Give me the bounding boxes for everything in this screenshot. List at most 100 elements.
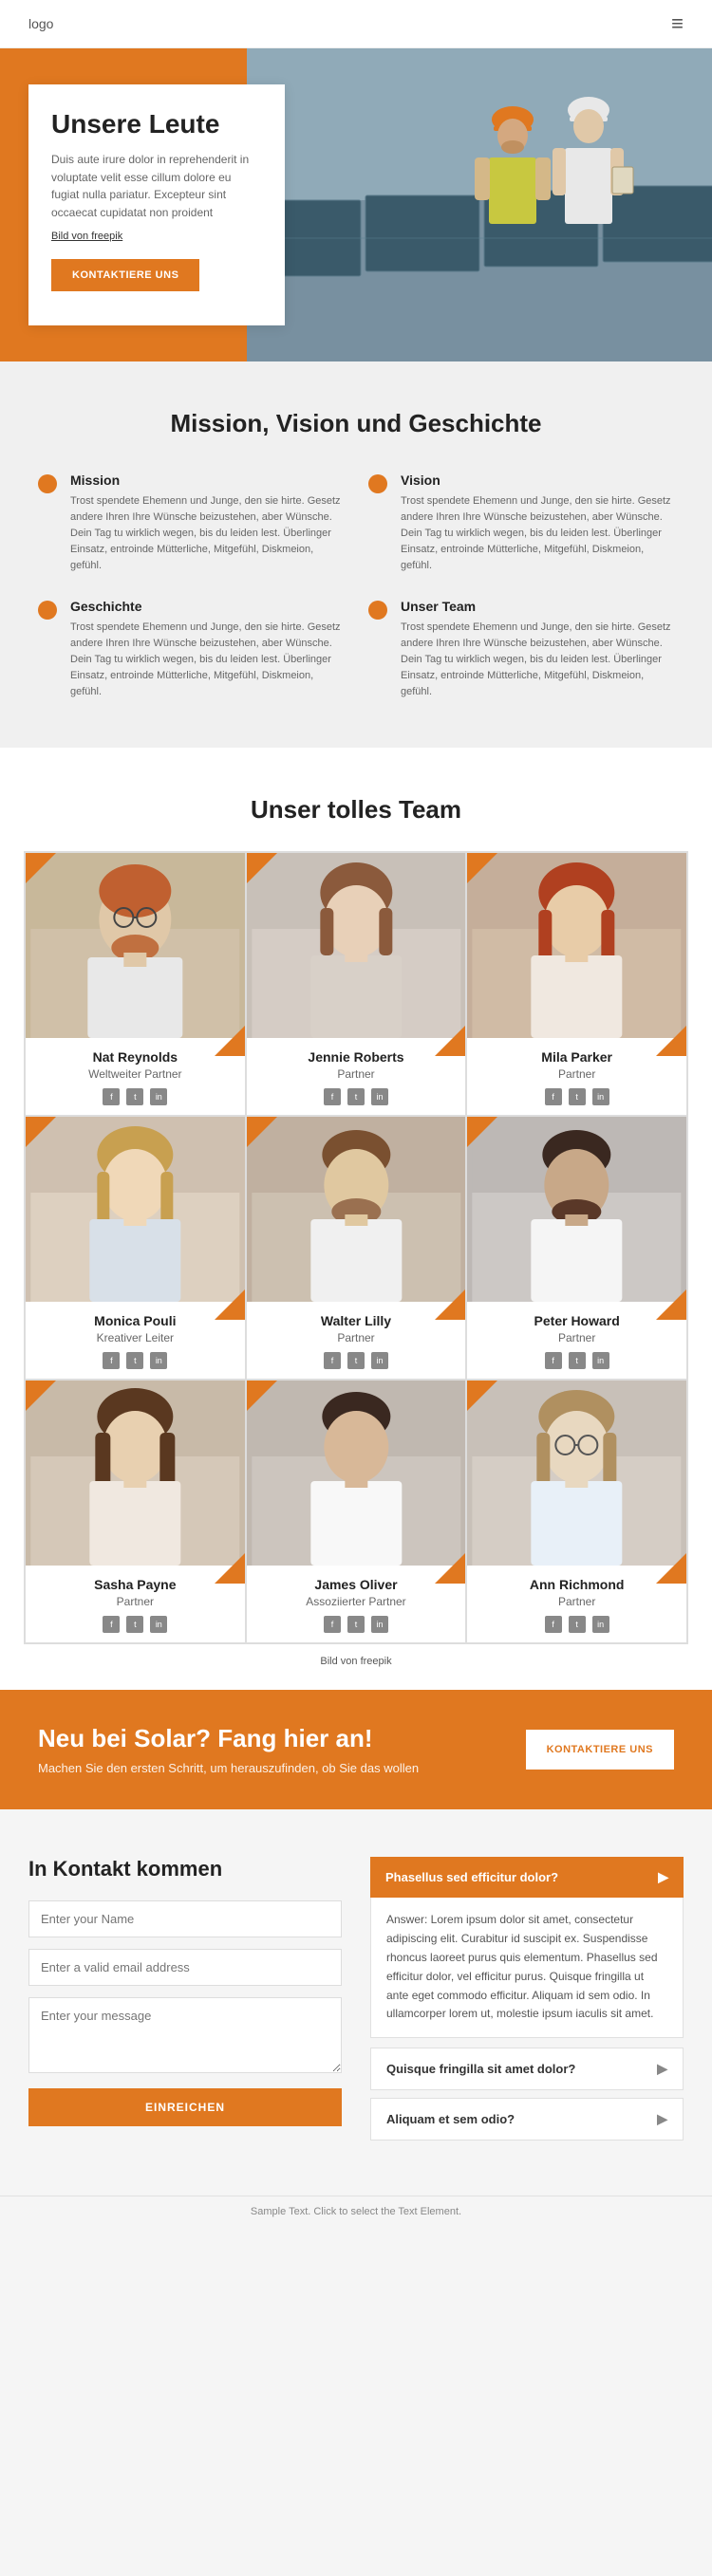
orange-corner-br-5 [435, 1289, 465, 1320]
twitter-icon-7[interactable]: t [126, 1616, 143, 1633]
team-photo-walter [247, 1117, 466, 1302]
hero-image [247, 48, 712, 361]
facebook-icon-4[interactable]: f [103, 1352, 120, 1369]
orange-corner-tl-4 [26, 1117, 56, 1147]
mission-dot-2 [38, 601, 57, 620]
team-member-name-2: Jennie Roberts [254, 1049, 459, 1065]
hero-contact-button[interactable]: KONTAKTIERE UNS [51, 259, 199, 291]
instagram-icon-8[interactable]: in [371, 1616, 388, 1633]
faq-item-header-0[interactable]: Quisque fringilla sit amet dolor? ▶ [371, 2048, 683, 2089]
mission-heading-1: Vision [401, 473, 674, 488]
faq-item-question-1: Aliquam et sem odio? [386, 2112, 515, 2126]
twitter-icon[interactable]: t [126, 1088, 143, 1105]
instagram-icon-2[interactable]: in [371, 1088, 388, 1105]
orange-corner-tl-6 [467, 1117, 497, 1147]
facebook-icon-8[interactable]: f [324, 1616, 341, 1633]
facebook-icon-7[interactable]: f [103, 1616, 120, 1633]
team-social-icons-7: f t in [33, 1616, 237, 1633]
contact-form: In Kontakt kommen EINREICHEN [28, 1857, 342, 2148]
faq-item-question-0: Quisque fringilla sit amet dolor? [386, 2062, 575, 2076]
faq-panel: Phasellus sed efficitur dolor? ▶ Answer:… [370, 1857, 684, 2148]
team-card-info-8: James Oliver Assoziierter Partner f t in [247, 1566, 466, 1642]
facebook-icon-3[interactable]: f [545, 1088, 562, 1105]
faq-main-header[interactable]: Phasellus sed efficitur dolor? ▶ [370, 1857, 684, 1898]
facebook-icon-2[interactable]: f [324, 1088, 341, 1105]
team-social-icons-2: f t in [254, 1088, 459, 1105]
team-member-role: Weltweiter Partner [33, 1067, 237, 1081]
footer-note: Sample Text. Click to select the Text El… [0, 2196, 712, 2227]
instagram-icon-6[interactable]: in [592, 1352, 609, 1369]
team-card-info-2: Jennie Roberts Partner f t in [247, 1038, 466, 1115]
facebook-icon[interactable]: f [103, 1088, 120, 1105]
instagram-icon-7[interactable]: in [150, 1616, 167, 1633]
ann-svg [467, 1381, 686, 1566]
orange-corner-tl-2 [247, 853, 277, 883]
team-card-walter-lilly: Walter Lilly Partner f t in [246, 1116, 467, 1380]
menu-icon[interactable]: ≡ [671, 11, 684, 36]
instagram-icon-4[interactable]: in [150, 1352, 167, 1369]
facebook-icon-9[interactable]: f [545, 1616, 562, 1633]
team-card-peter-howard: Peter Howard Partner f t in [466, 1116, 687, 1380]
team-member-name: Nat Reynolds [33, 1049, 237, 1065]
instagram-icon-9[interactable]: in [592, 1616, 609, 1633]
instagram-icon-5[interactable]: in [371, 1352, 388, 1369]
orange-corner-br-9 [656, 1553, 686, 1584]
sasha-svg [26, 1381, 245, 1566]
team-card-info-6: Peter Howard Partner f t in [467, 1302, 686, 1379]
mission-dot-0 [38, 474, 57, 493]
mission-text-0: Trost spendete Ehemenn und Junge, den si… [70, 493, 344, 574]
walter-svg [247, 1117, 466, 1302]
team-social-icons: f t in [33, 1088, 237, 1105]
faq-item-header-1[interactable]: Aliquam et sem odio? ▶ [371, 2099, 683, 2140]
team-title: Unser tolles Team [24, 795, 688, 825]
cta-title: Neu bei Solar? Fang hier an! [38, 1724, 419, 1753]
mission-item-0: Mission Trost spendete Ehemenn und Junge… [38, 473, 344, 574]
facebook-icon-5[interactable]: f [324, 1352, 341, 1369]
team-member-name-6: Peter Howard [475, 1313, 679, 1328]
team-social-icons-4: f t in [33, 1352, 237, 1369]
jennie-svg [247, 853, 466, 1038]
team-member-name-3: Mila Parker [475, 1049, 679, 1065]
mission-text-3: Trost spendete Ehemenn und Junge, den si… [401, 620, 674, 700]
twitter-icon-2[interactable]: t [347, 1088, 365, 1105]
orange-corner-tl-8 [247, 1381, 277, 1411]
team-card-nat-reynolds: Nat Reynolds Weltweiter Partner f t in [25, 852, 246, 1116]
twitter-icon-3[interactable]: t [569, 1088, 586, 1105]
team-member-role-7: Partner [33, 1595, 237, 1608]
contact-name-input[interactable] [28, 1900, 342, 1937]
team-card-info-7: Sasha Payne Partner f t in [26, 1566, 245, 1642]
cta-button[interactable]: KONTAKTIERE UNS [526, 1730, 674, 1770]
twitter-icon-6[interactable]: t [569, 1352, 586, 1369]
mission-heading-2: Geschichte [70, 599, 344, 614]
team-card-info-3: Mila Parker Partner f t in [467, 1038, 686, 1115]
contact-email-input[interactable] [28, 1949, 342, 1986]
twitter-icon-8[interactable]: t [347, 1616, 365, 1633]
twitter-icon-5[interactable]: t [347, 1352, 365, 1369]
team-card-mila-parker: Mila Parker Partner f t in [466, 852, 687, 1116]
instagram-icon-3[interactable]: in [592, 1088, 609, 1105]
team-member-role-9: Partner [475, 1595, 679, 1608]
twitter-icon-4[interactable]: t [126, 1352, 143, 1369]
mission-title: Mission, Vision und Geschichte [38, 409, 674, 438]
twitter-icon-9[interactable]: t [569, 1616, 586, 1633]
team-social-icons-6: f t in [475, 1352, 679, 1369]
contact-submit-button[interactable]: EINREICHEN [28, 2088, 342, 2126]
peter-svg [467, 1117, 686, 1302]
team-card-james-oliver: James Oliver Assoziierter Partner f t in [246, 1380, 467, 1643]
contact-message-input[interactable] [28, 1997, 342, 2073]
mission-grid: Mission Trost spendete Ehemenn und Junge… [38, 473, 674, 700]
team-photo-sasha [26, 1381, 245, 1566]
orange-corner-tl [26, 853, 56, 883]
mission-section: Mission, Vision und Geschichte Mission T… [0, 361, 712, 748]
facebook-icon-6[interactable]: f [545, 1352, 562, 1369]
faq-chevron-1: ▶ [657, 2111, 667, 2127]
faq-item-0: Quisque fringilla sit amet dolor? ▶ [370, 2048, 684, 2090]
instagram-icon[interactable]: in [150, 1088, 167, 1105]
cta-text: Neu bei Solar? Fang hier an! Machen Sie … [38, 1724, 419, 1775]
team-card-info-4: Monica Pouli Kreativer Leiter f t in [26, 1302, 245, 1379]
team-card-info-5: Walter Lilly Partner f t in [247, 1302, 466, 1379]
team-photo-nat [26, 853, 245, 1038]
orange-corner-br-6 [656, 1289, 686, 1320]
mission-dot-1 [368, 474, 387, 493]
orange-corner-br-8 [435, 1553, 465, 1584]
